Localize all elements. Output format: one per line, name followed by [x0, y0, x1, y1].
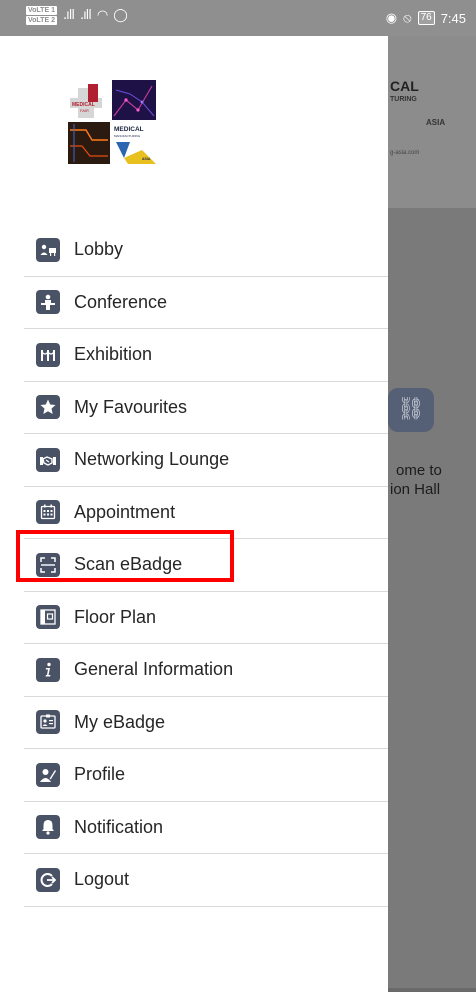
menu-label-my-ebadge: My eBadge [74, 711, 166, 732]
menu-item-networking-lounge[interactable]: Networking Lounge [24, 434, 388, 487]
menu-label-profile: Profile [74, 764, 126, 785]
event-logo: MEDICAL FAIR MEDICAL MANUFACTURING ASIA [68, 80, 156, 164]
menu-label-lobby: Lobby [74, 239, 124, 260]
menu-label-logout: Logout [74, 869, 130, 890]
eye-icon: ◉ [385, 10, 398, 25]
menu-label-appointment: Appointment [74, 501, 176, 522]
signal-2-icon: .ıll [79, 8, 92, 23]
background-welcome-text: ome to [396, 462, 442, 479]
status-bar: VoLTE 1 VoLTE 2 .ıll .ıll ◠ ◯ ◉ ⦸ 76 7:4… [0, 0, 476, 36]
bell-icon [36, 815, 60, 840]
lobby-icon [36, 237, 60, 262]
menu-item-appointment[interactable]: Appointment [24, 487, 388, 539]
background-exhibition-icon: ⛓ [388, 388, 434, 432]
menu-label-notification: Notification [74, 816, 164, 837]
drawer-menu: Lobby Conference Exhibition My Favourite… [24, 224, 388, 907]
battery-icon: 76 [417, 11, 435, 25]
background-banner-text: CAL [390, 78, 419, 94]
handshake-icon [36, 447, 60, 472]
menu-item-exhibition[interactable]: Exhibition [24, 329, 388, 382]
scan-icon [36, 552, 60, 577]
signal-1-icon: .ıll [62, 8, 75, 23]
volte-indicator: VoLTE 1 VoLTE 2 [26, 6, 57, 25]
star-icon [36, 395, 60, 420]
menu-label-floor-plan: Floor Plan [74, 606, 157, 627]
menu-item-general-information[interactable]: General Information [24, 644, 388, 697]
svg-text:FAIR: FAIR [80, 108, 89, 113]
conference-icon [36, 290, 60, 315]
menu-label-scan-ebadge: Scan eBadge [74, 554, 183, 575]
menu-label-general-information: General Information [74, 659, 234, 680]
menu-item-lobby[interactable]: Lobby [24, 224, 388, 277]
calendar-icon [36, 500, 60, 525]
menu-label-conference: Conference [74, 291, 168, 312]
volte-2-label: VoLTE 2 [26, 16, 57, 25]
menu-item-notification[interactable]: Notification [24, 802, 388, 854]
info-icon [36, 657, 60, 682]
floor-plan-icon [36, 605, 60, 630]
status-left: VoLTE 1 VoLTE 2 .ıll .ıll ◠ ◯ [26, 6, 128, 25]
menu-item-logout[interactable]: Logout [24, 854, 388, 907]
clock: 7:45 [440, 10, 466, 26]
menu-label-networking-lounge: Networking Lounge [74, 449, 230, 470]
background-banner-text: TURING [390, 96, 417, 103]
svg-text:MEDICAL: MEDICAL [114, 126, 144, 133]
badge-icon [36, 710, 60, 735]
menu-item-floor-plan[interactable]: Floor Plan [24, 592, 388, 644]
volte-1-label: VoLTE 1 [26, 6, 57, 15]
whatsapp-icon: ◯ [113, 8, 128, 23]
svg-text:ASIA: ASIA [142, 157, 151, 161]
background-divider [388, 988, 476, 992]
menu-label-favourites: My Favourites [74, 396, 188, 417]
menu-item-conference[interactable]: Conference [24, 277, 388, 329]
wifi-icon: ◠ [96, 8, 108, 23]
menu-item-scan-ebadge[interactable]: Scan eBadge [24, 539, 388, 592]
exhibition-icon [36, 342, 60, 367]
profile-icon [36, 762, 60, 787]
status-right: ◉ ⦸ 76 7:45 [386, 10, 466, 26]
menu-item-favourites[interactable]: My Favourites [24, 382, 388, 434]
background-welcome-text: ion Hall [390, 481, 441, 498]
logout-icon [36, 867, 60, 892]
mute-icon: ⦸ [403, 10, 412, 25]
background-banner-text: ASIA [426, 118, 446, 127]
menu-label-exhibition: Exhibition [74, 344, 153, 365]
navigation-drawer: MEDICAL FAIR MEDICAL MANUFACTURING ASIA … [0, 36, 388, 992]
svg-text:MANUFACTURING: MANUFACTURING [114, 134, 141, 138]
menu-item-profile[interactable]: Profile [24, 749, 388, 802]
menu-item-my-ebadge[interactable]: My eBadge [24, 697, 388, 749]
background-banner-url: g-asia.com [390, 150, 420, 156]
